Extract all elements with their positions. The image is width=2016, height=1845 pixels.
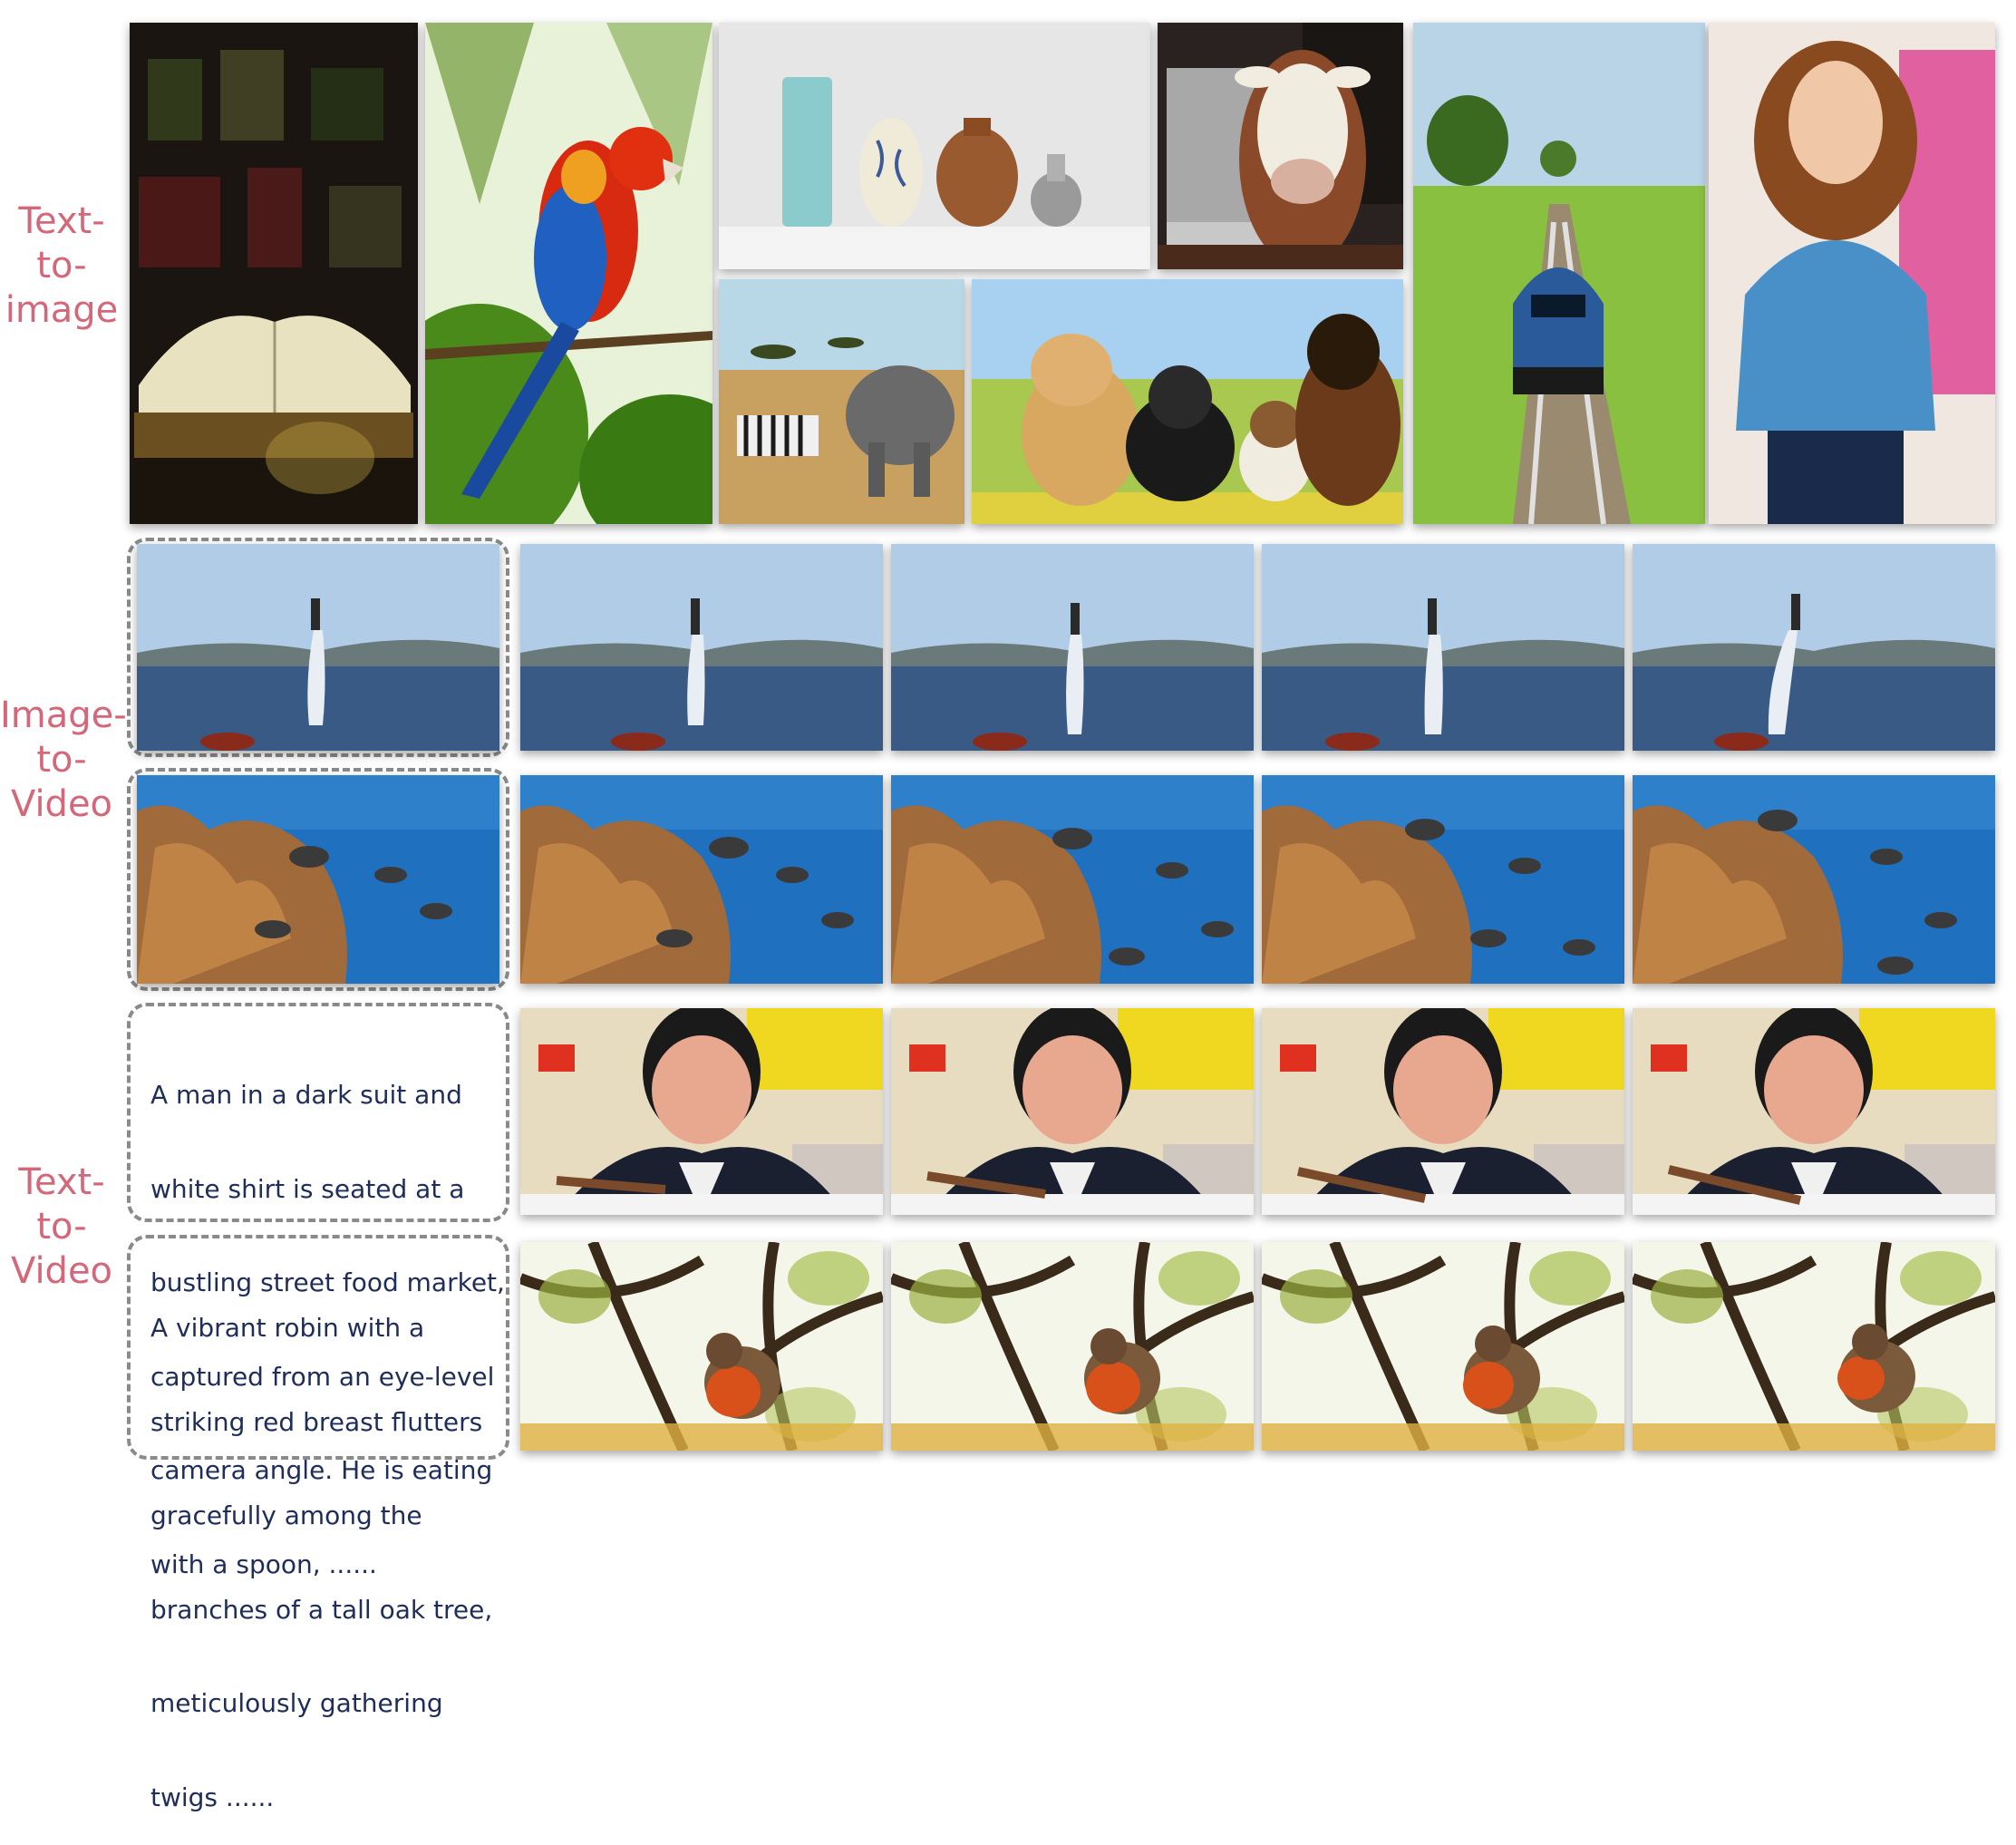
image-smiling-woman	[1709, 23, 1995, 524]
prompt-line: branches of a tall oak tree,	[150, 1594, 493, 1625]
row-label-line: Text-	[18, 200, 105, 242]
video-frame-flyboard	[1633, 544, 1995, 751]
video-frame-coral-reef	[520, 775, 883, 984]
prompt-line: twigs ......	[150, 1782, 275, 1812]
video-frame-flyboard	[891, 544, 1254, 751]
video-frame-robin	[891, 1242, 1254, 1451]
row-label-image-to-video: Image- to- Video	[0, 694, 127, 827]
video-frame-flyboard	[1262, 544, 1624, 751]
prompt-line: A man in a dark suit and	[150, 1080, 462, 1110]
image-open-book	[130, 23, 418, 524]
video-frame-man-eating	[1262, 1008, 1624, 1215]
video-frame-robin	[1262, 1242, 1624, 1451]
row-label-line: Text-	[18, 1161, 105, 1203]
image-cow-with-laptop	[1158, 23, 1403, 269]
image-parrot	[425, 23, 712, 524]
video-frame-robin	[1633, 1242, 1995, 1451]
image-train	[1413, 23, 1705, 524]
prompt-line: A vibrant robin with a	[150, 1313, 425, 1343]
video-frame-coral-reef	[1633, 775, 1995, 984]
prompt-line: striking red breast flutters	[150, 1406, 483, 1437]
video-frame-flyboard	[520, 544, 883, 751]
image-zebra-and-elephant	[719, 279, 964, 524]
row-label-line: to-	[36, 1206, 87, 1248]
row-label-line: image	[5, 289, 119, 331]
row-label-line: Video	[10, 783, 113, 825]
image-dogs	[972, 279, 1403, 524]
prompt-line: meticulously gathering	[150, 1688, 443, 1718]
prompt-text-robin: A vibrant robin with a striking red brea…	[150, 1250, 492, 1845]
image-vases-on-shelf	[719, 23, 1150, 269]
video-frame-coral-reef	[1262, 775, 1624, 984]
row-label-line: to-	[36, 739, 87, 781]
row-label-line: Image-	[0, 694, 127, 736]
row-label-line: Video	[10, 1250, 113, 1292]
video-frame-robin	[520, 1242, 883, 1451]
video-frame-man-eating	[891, 1008, 1254, 1215]
prompt-line: gracefully among the	[150, 1500, 422, 1530]
video-frame-man-eating	[1633, 1008, 1995, 1215]
row-label-text-to-image: Text- to- image	[0, 199, 123, 333]
video-frame-flyboard	[137, 544, 499, 751]
prompt-line: white shirt is seated at a	[150, 1173, 465, 1204]
row-label-line: to-	[36, 245, 87, 286]
video-frame-man-eating	[520, 1008, 883, 1215]
video-frame-coral-reef	[137, 775, 499, 984]
row-label-text-to-video: Text- to- Video	[0, 1160, 123, 1294]
video-frame-coral-reef	[891, 775, 1254, 984]
